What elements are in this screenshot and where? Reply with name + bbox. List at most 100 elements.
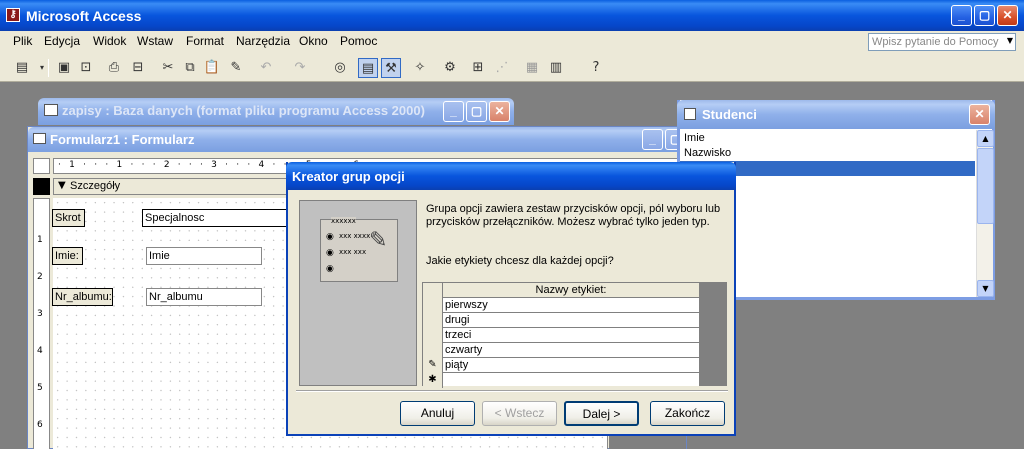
pencil-icon: ✎ [369,228,388,253]
web-icon[interactable]: ◎ [330,58,350,78]
vruler-mark: 5 [37,383,43,393]
table-row[interactable]: ✱ [423,373,699,388]
code-icon[interactable]: ⚙ [440,58,460,78]
properties-icon[interactable]: ▤ [358,58,378,78]
menu-wstaw[interactable]: Wstaw [137,34,173,48]
nr-albumu-textbox[interactable]: Nr_albumu [146,288,262,306]
finish-button[interactable]: Zakończ [650,401,725,426]
cut-icon[interactable]: ✂ [158,58,178,78]
grid-header-row: Nazwy etykiet: [423,283,699,298]
grid-header-label: Nazwy etykiet: [535,284,607,296]
field-imie[interactable]: Imie [684,132,705,144]
preview-header: xxxxxx [331,217,356,225]
undo-icon: ↶ [260,60,272,75]
studenci-close-button[interactable]: ✕ [969,104,990,125]
scroll-up-button[interactable]: ▲ [977,130,994,147]
grid-corner [423,283,443,298]
wizard-separator [296,390,728,392]
field-list-scrollbar[interactable]: ▲ ▼ [976,130,994,297]
label-cell[interactable]: czwarty [444,343,482,357]
ruler-corner[interactable] [33,158,50,174]
vertical-ruler: 1 2 3 4 5 6 [33,198,50,449]
format-painter-icon[interactable]: ✎ [226,58,246,78]
menu-widok[interactable]: Widok [93,34,126,48]
help-icon[interactable]: ? [586,58,606,78]
build-icon[interactable]: ⊞ [468,58,488,78]
label-cell[interactable]: drugi [444,313,469,327]
dropdown-icon[interactable]: ▾ [32,58,52,78]
menu-bar: Plik Edycja Widok Wstaw Format Narzędzia… [0,31,1024,54]
search-file-icon[interactable]: ⊡ [76,58,96,78]
table-row[interactable]: czwarty [423,343,699,358]
section-selector[interactable] [33,178,50,195]
scroll-thumb[interactable] [977,148,994,224]
paste-icon[interactable]: 📋 [202,58,222,78]
chevron-down-icon[interactable]: ▼ [1007,36,1013,45]
form-minimize-button[interactable]: _ [642,129,663,150]
imie-label[interactable]: Imie: [52,247,83,265]
table-row[interactable]: drugi [423,313,699,328]
menu-pomoc[interactable]: Pomoc [340,34,377,48]
help-placeholder: Wpisz pytanie do Pomocy [872,36,999,48]
specjalnosc-textbox[interactable]: Specjalnosc [142,209,292,227]
skrot-label[interactable]: Skrot [52,209,85,227]
label-cell[interactable]: pierwszy [444,298,488,312]
minimize-button[interactable]: _ [951,5,972,26]
labels-grid[interactable]: Nazwy etykiet: pierwszy drugi trzeci czw… [422,282,727,388]
db-close-button[interactable]: ✕ [489,101,510,122]
table-row[interactable]: pierwszy [423,298,699,313]
studenci-titlebar: Studenci ✕ [677,100,995,129]
nr-albumu-label[interactable]: Nr_albumu: [52,288,113,306]
back-button[interactable]: < Wstecz [482,401,557,426]
field-nazwisko[interactable]: Nazwisko [684,147,731,159]
maximize-button[interactable]: ▢ [974,5,995,26]
view-icon[interactable]: ▤ [12,58,32,78]
preview-group-box: xxxxxx ◉ xxx xxxx ◉ xxx xxx ◉ ✎ [320,217,398,282]
menu-format[interactable]: Format [186,34,224,48]
new-object-icon[interactable]: ▥ [546,58,566,78]
wizard-preview-panel: xxxxxx ◉ xxx xxxx ◉ xxx xxx ◉ ✎ [299,200,417,386]
scroll-down-button[interactable]: ▼ [977,280,994,297]
label-cell[interactable]: piąty [444,358,468,372]
form-window-title: Formularz1 : Formularz [50,132,195,147]
next-button[interactable]: Dalej > [564,401,639,426]
menu-okno[interactable]: Okno [299,34,328,48]
label-cell[interactable]: trzeci [444,328,471,342]
close-button[interactable]: ✕ [997,5,1018,26]
studenci-icon [684,108,696,120]
wizard-question: Jakie etykiety chcesz dla każdej opcji? [426,255,614,267]
db-minimize-button[interactable]: _ [443,101,464,122]
help-search-input[interactable]: Wpisz pytanie do Pomocy ▼ [868,33,1016,51]
edit-row-pencil-icon[interactable]: ✎ [423,358,443,373]
access-logo-icon: ⚷ [6,8,20,22]
imie-textbox[interactable]: Imie [146,247,262,265]
database-window-icon[interactable]: ▦ [522,58,542,78]
toolbox-icon[interactable]: ⚒ [381,58,401,78]
label-cell[interactable] [444,373,445,387]
row-selector[interactable] [423,328,443,343]
db-maximize-button[interactable]: ▢ [466,101,487,122]
print-icon[interactable]: ⎙ [104,58,124,78]
wizard-dialog: Kreator grup opcji xxxxxx ◉ xxx xxxx ◉ x… [286,162,736,436]
section-arrow-icon: ▼ [58,180,66,191]
menu-plik[interactable]: Plik [13,34,32,48]
table-row[interactable]: ✎ piąty [423,358,699,373]
vruler-mark: 4 [37,346,43,356]
row-selector[interactable] [423,343,443,358]
form-window-titlebar: Formularz1 : Formularz _ ▢ [28,127,686,152]
field-list-icon[interactable]: ⋰ [492,58,512,78]
cancel-button[interactable]: Anuluj [400,401,475,426]
save-icon[interactable]: ▣ [54,58,74,78]
labels-grid-inner: Nazwy etykiet: pierwszy drugi trzeci czw… [423,283,699,388]
row-selector[interactable] [423,298,443,313]
autoformat-icon[interactable]: ✧ [410,58,430,78]
menu-narzedzia[interactable]: Narzędzia [236,34,290,48]
row-selector[interactable] [423,313,443,328]
table-row[interactable]: trzeci [423,328,699,343]
new-row-asterisk-icon[interactable]: ✱ [423,373,443,388]
form-icon [33,133,46,144]
radio-icon: ◉ [326,248,334,258]
copy-icon[interactable]: ⧉ [180,58,200,78]
menu-edycja[interactable]: Edycja [44,34,80,48]
print-preview-icon[interactable]: ⊟ [128,58,148,78]
